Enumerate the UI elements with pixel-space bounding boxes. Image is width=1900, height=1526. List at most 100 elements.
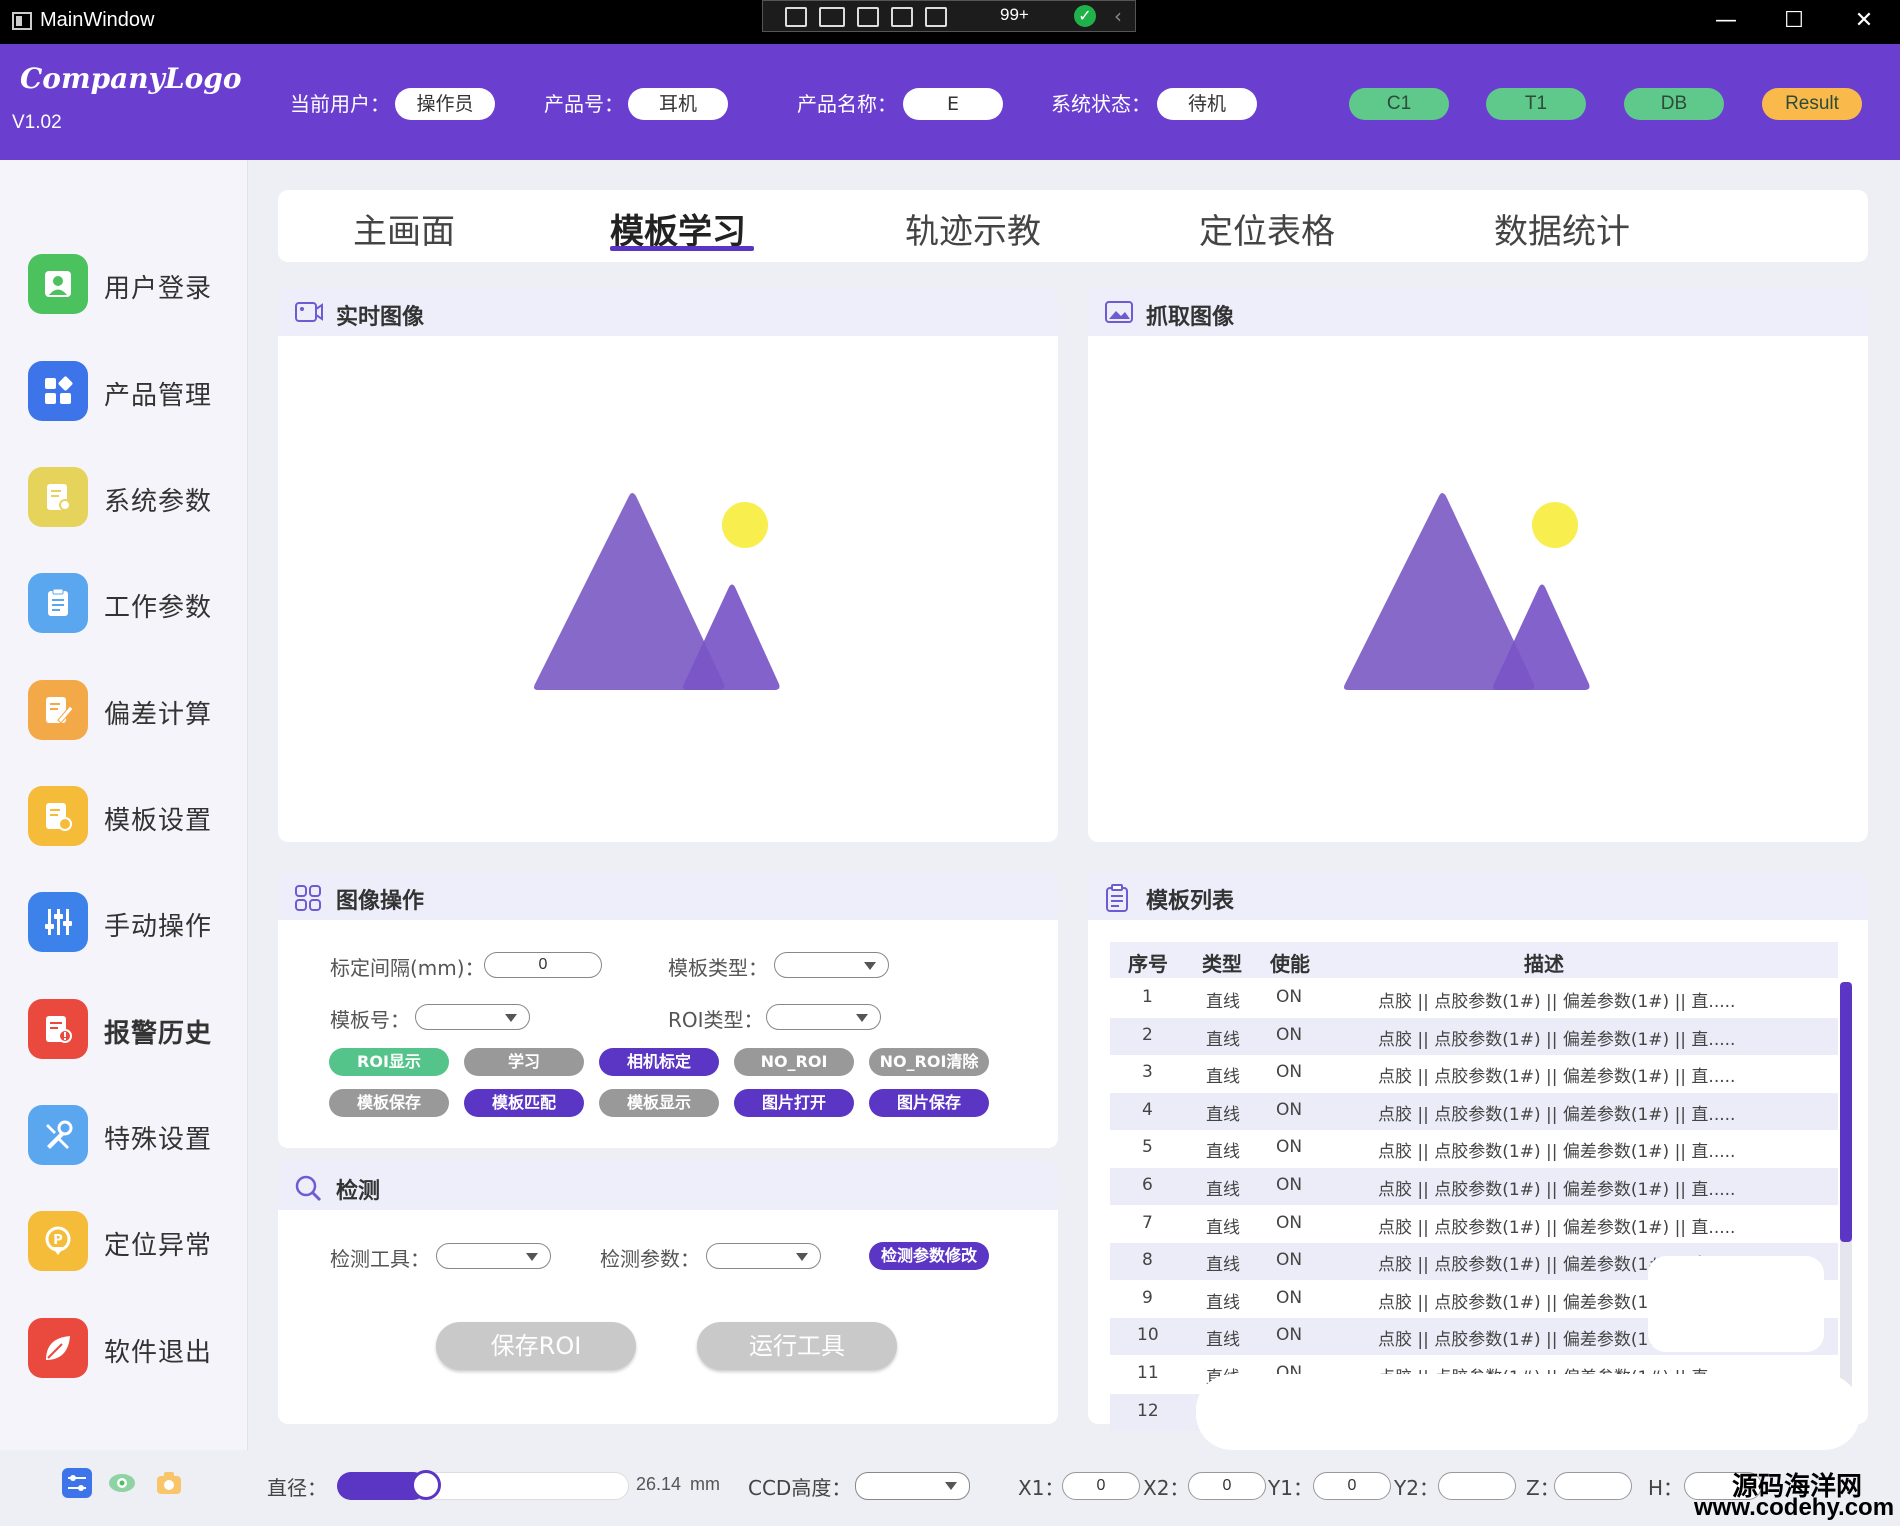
sidebar-item-special-settings[interactable]: 特殊设置 <box>28 1105 238 1165</box>
table-header: 序号 类型 使能 描述 <box>1110 942 1838 978</box>
sidebar-item-work-params[interactable]: 工作参数 <box>28 573 238 633</box>
detection-param-select[interactable] <box>706 1243 821 1269</box>
sidebar-item-positioning-exception[interactable]: P 定位异常 <box>28 1211 238 1271</box>
diameter-slider-handle[interactable] <box>411 1470 441 1500</box>
template-match-button[interactable]: 模板匹配 <box>464 1089 584 1117</box>
status-c1[interactable]: C1 <box>1349 88 1449 120</box>
table-scrollbar-thumb[interactable] <box>1840 982 1852 1242</box>
sidebar-item-user-login[interactable]: 用户登录 <box>28 254 238 314</box>
sidebar-item-label: 定位异常 <box>104 1231 213 1261</box>
table-row[interactable]: 1 直线 ON 点胶 || 点胶参数(1#) || 偏差参数(1#) || 直....… <box>1110 980 1838 1017</box>
sidebar-item-system-params[interactable]: 系统参数 <box>28 467 238 527</box>
status-result[interactable]: Result <box>1762 88 1862 120</box>
x1-input[interactable]: 0 <box>1062 1472 1140 1500</box>
image-open-button[interactable]: 图片打开 <box>734 1089 854 1117</box>
no-roi-button[interactable]: NO_ROI <box>734 1048 854 1076</box>
camera-calibration-button[interactable]: 相机标定 <box>599 1048 719 1076</box>
column-header[interactable]: 描述 <box>1524 948 1564 977</box>
grid-outline-icon <box>295 885 321 911</box>
table-row[interactable]: 4 直线 ON 点胶 || 点胶参数(1#) || 偏差参数(1#) || 直....… <box>1110 1092 1838 1130</box>
sliders-icon <box>28 892 88 952</box>
y2-input[interactable] <box>1438 1472 1516 1500</box>
calib-interval-input[interactable]: 0 <box>484 952 602 978</box>
template-show-button[interactable]: 模板显示 <box>599 1089 719 1117</box>
main-tabs: 主画面 模板学习 轨迹示教 定位表格 数据统计 <box>278 190 1868 262</box>
tab-data-statistics[interactable]: 数据统计 <box>1494 204 1630 253</box>
tab-positioning-table[interactable]: 定位表格 <box>1199 204 1335 253</box>
table-row[interactable]: 2 直线 ON 点胶 || 点胶参数(1#) || 偏差参数(1#) || 直....… <box>1110 1017 1838 1055</box>
image-save-button[interactable]: 图片保存 <box>869 1089 989 1117</box>
current-user-label: 当前用户： <box>290 92 390 116</box>
panel-header: 模板列表 <box>1088 872 1868 920</box>
cell-desc: 点胶 || 点胶参数(1#) || 偏差参数(1#) || 直..... <box>1378 1142 1736 1163</box>
check-icon[interactable]: ✓ <box>1074 5 1096 27</box>
svg-text:P: P <box>53 1233 63 1248</box>
sidebar-item-exit[interactable]: 软件退出 <box>28 1318 238 1378</box>
window-title: MainWindow <box>40 9 155 31</box>
ccd-height-select[interactable] <box>855 1472 970 1500</box>
column-header[interactable]: 使能 <box>1270 948 1310 977</box>
sidebar-item-deviation-calc[interactable]: 偏差计算 <box>28 680 238 740</box>
sidebar-item-alarm-history[interactable]: 报警历史 <box>28 999 238 1059</box>
maximize-button[interactable]: ☐ <box>1774 8 1814 33</box>
table-row[interactable]: 5 直线 ON 点胶 || 点胶参数(1#) || 偏差参数(1#) || 直....… <box>1110 1130 1838 1167</box>
title-bar: MainWindow 99+ ✓ ‹ — ☐ ✕ <box>0 0 1900 44</box>
column-header[interactable]: 序号 <box>1128 948 1168 977</box>
eye-icon[interactable] <box>107 1468 137 1498</box>
roi-show-button[interactable]: ROI显示 <box>329 1048 449 1076</box>
template-save-button[interactable]: 模板保存 <box>329 1089 449 1117</box>
detection-tool-label: 检测工具： <box>330 1247 430 1271</box>
status-t1[interactable]: T1 <box>1486 88 1586 120</box>
template-type-select[interactable] <box>774 952 889 978</box>
tab-trajectory-teaching[interactable]: 轨迹示教 <box>905 204 1041 253</box>
bottom-status-bar: 直径： 26.14 mm CCD高度： X1： 0 X2： 0 Y1： 0 Y2… <box>0 1450 1900 1526</box>
active-tab-indicator <box>610 246 754 251</box>
roi-type-label: ROI类型： <box>668 1008 764 1032</box>
y1-input[interactable]: 0 <box>1313 1472 1391 1500</box>
ccd-height-label: CCD高度： <box>748 1476 852 1500</box>
sidebar-item-manual-operation[interactable]: 手动操作 <box>28 892 238 952</box>
settings-sliders-icon[interactable] <box>62 1468 92 1498</box>
system-status-value: 待机 <box>1157 88 1257 120</box>
close-button[interactable]: ✕ <box>1844 8 1884 33</box>
no-roi-clear-button[interactable]: NO_ROI清除 <box>869 1048 989 1076</box>
table-row[interactable]: 7 直线 ON 点胶 || 点胶参数(1#) || 偏差参数(1#) || 直....… <box>1110 1206 1838 1243</box>
system-status-label: 系统状态： <box>1051 92 1151 116</box>
detection-param-modify-button[interactable]: 检测参数修改 <box>869 1242 989 1270</box>
cell-desc: 点胶 || 点胶参数(1#) || 偏差参数(1#) || 直..... <box>1378 1104 1736 1125</box>
user-icon <box>28 254 88 314</box>
minimize-button[interactable]: — <box>1706 8 1746 33</box>
chevron-left-icon[interactable]: ‹ <box>1114 4 1122 28</box>
tools-icon <box>28 1105 88 1165</box>
save-roi-button[interactable]: 保存ROI <box>436 1322 636 1370</box>
column-header[interactable]: 类型 <box>1202 948 1242 977</box>
detection-tool-select[interactable] <box>436 1243 551 1269</box>
clipboard-icon <box>28 573 88 633</box>
learn-button[interactable]: 学习 <box>464 1048 584 1076</box>
camera-icon[interactable] <box>819 7 845 27</box>
pointer-icon[interactable] <box>857 7 879 27</box>
sidebar-item-label: 用户登录 <box>104 274 213 304</box>
template-no-label: 模板号： <box>330 1008 410 1032</box>
sidebar-item-product-management[interactable]: 产品管理 <box>28 361 238 421</box>
inspect-icon[interactable] <box>925 7 947 27</box>
live-image-panel: 实时图像 <box>278 288 1058 842</box>
cell-enable: ON <box>1276 1325 1303 1346</box>
cell-enable: ON <box>1276 1175 1303 1195</box>
frame-icon[interactable] <box>891 7 913 27</box>
select-element-icon[interactable] <box>785 7 807 27</box>
tab-main[interactable]: 主画面 <box>353 204 455 253</box>
x2-input[interactable]: 0 <box>1188 1472 1266 1500</box>
table-row[interactable]: 6 直线 ON 点胶 || 点胶参数(1#) || 偏差参数(1#) || 直....… <box>1110 1168 1838 1205</box>
table-row[interactable]: 3 直线 ON 点胶 || 点胶参数(1#) || 偏差参数(1#) || 直....… <box>1110 1055 1838 1092</box>
template-no-select[interactable] <box>415 1004 530 1030</box>
z-input[interactable] <box>1554 1472 1632 1500</box>
run-tool-button[interactable]: 运行工具 <box>697 1322 897 1370</box>
status-db[interactable]: DB <box>1624 88 1724 120</box>
cell-enable: ON <box>1276 1212 1303 1233</box>
settings-doc-icon <box>28 467 88 527</box>
roi-type-select[interactable] <box>766 1004 881 1030</box>
cell-enable: ON <box>1276 1250 1303 1271</box>
camera-icon[interactable] <box>154 1468 184 1498</box>
sidebar-item-template-settings[interactable]: 模板设置 <box>28 786 238 846</box>
